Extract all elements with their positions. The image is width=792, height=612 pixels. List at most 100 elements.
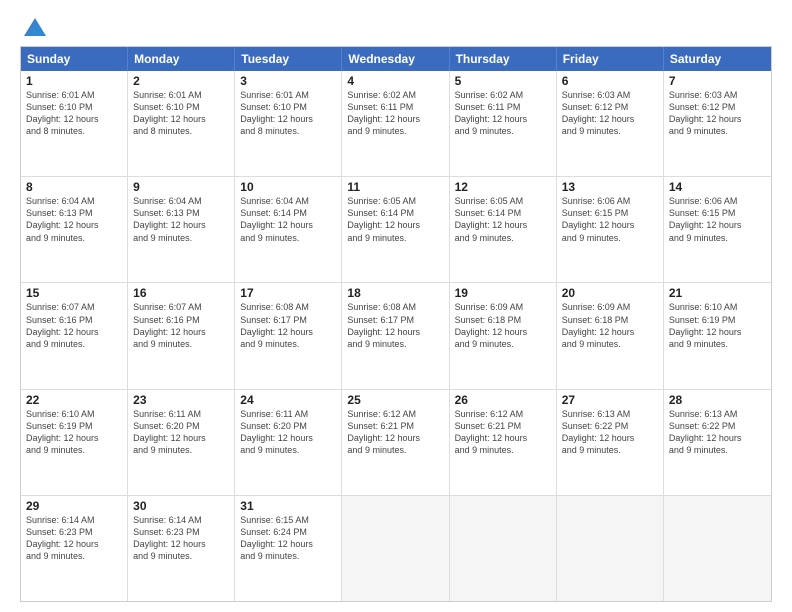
cell-info-line: and 9 minutes. xyxy=(26,338,122,350)
calendar-cell xyxy=(664,496,771,601)
calendar-cell: 11Sunrise: 6:05 AMSunset: 6:14 PMDayligh… xyxy=(342,177,449,282)
cell-info-line: Daylight: 12 hours xyxy=(26,538,122,550)
cell-info-line: and 9 minutes. xyxy=(240,338,336,350)
day-number: 23 xyxy=(133,393,229,407)
calendar-cell: 14Sunrise: 6:06 AMSunset: 6:15 PMDayligh… xyxy=(664,177,771,282)
calendar-cell: 12Sunrise: 6:05 AMSunset: 6:14 PMDayligh… xyxy=(450,177,557,282)
calendar-cell: 7Sunrise: 6:03 AMSunset: 6:12 PMDaylight… xyxy=(664,71,771,176)
cell-info-line: Sunrise: 6:03 AM xyxy=(669,89,766,101)
day-number: 6 xyxy=(562,74,658,88)
cell-info-line: and 9 minutes. xyxy=(669,338,766,350)
calendar-cell: 26Sunrise: 6:12 AMSunset: 6:21 PMDayligh… xyxy=(450,390,557,495)
cell-info-line: Sunset: 6:10 PM xyxy=(26,101,122,113)
cell-info-line: Daylight: 12 hours xyxy=(562,326,658,338)
cell-info-line: Daylight: 12 hours xyxy=(240,219,336,231)
cell-info-line: Daylight: 12 hours xyxy=(133,432,229,444)
cell-info-line: and 9 minutes. xyxy=(562,338,658,350)
cell-info-line: Sunset: 6:12 PM xyxy=(562,101,658,113)
logo-icon xyxy=(24,18,46,36)
page: SundayMondayTuesdayWednesdayThursdayFrid… xyxy=(0,0,792,612)
cell-info-line: Daylight: 12 hours xyxy=(240,538,336,550)
calendar-cell xyxy=(557,496,664,601)
cell-info-line: Sunset: 6:24 PM xyxy=(240,526,336,538)
cell-info-line: Sunset: 6:16 PM xyxy=(26,314,122,326)
cell-info-line: Daylight: 12 hours xyxy=(455,432,551,444)
day-number: 2 xyxy=(133,74,229,88)
cell-info-line: and 9 minutes. xyxy=(26,550,122,562)
cell-info-line: Sunrise: 6:05 AM xyxy=(455,195,551,207)
cell-info-line: Sunset: 6:20 PM xyxy=(133,420,229,432)
cell-info-line: Sunset: 6:22 PM xyxy=(669,420,766,432)
header xyxy=(20,18,772,36)
cell-info-line: Daylight: 12 hours xyxy=(26,219,122,231)
day-number: 8 xyxy=(26,180,122,194)
day-number: 22 xyxy=(26,393,122,407)
cell-info-line: Sunrise: 6:10 AM xyxy=(669,301,766,313)
cell-info-line: Sunset: 6:20 PM xyxy=(240,420,336,432)
cell-info-line: Daylight: 12 hours xyxy=(133,326,229,338)
cell-info-line: Sunset: 6:17 PM xyxy=(240,314,336,326)
cell-info-line: Sunset: 6:13 PM xyxy=(26,207,122,219)
day-number: 12 xyxy=(455,180,551,194)
header-day-friday: Friday xyxy=(557,47,664,71)
day-number: 10 xyxy=(240,180,336,194)
calendar-header: SundayMondayTuesdayWednesdayThursdayFrid… xyxy=(21,47,771,71)
day-number: 11 xyxy=(347,180,443,194)
cell-info-line: Daylight: 12 hours xyxy=(455,326,551,338)
cell-info-line: Sunset: 6:21 PM xyxy=(347,420,443,432)
calendar-cell: 15Sunrise: 6:07 AMSunset: 6:16 PMDayligh… xyxy=(21,283,128,388)
cell-info-line: Sunrise: 6:13 AM xyxy=(562,408,658,420)
day-number: 1 xyxy=(26,74,122,88)
day-number: 25 xyxy=(347,393,443,407)
cell-info-line: Sunrise: 6:09 AM xyxy=(562,301,658,313)
cell-info-line: Daylight: 12 hours xyxy=(562,113,658,125)
cell-info-line: Daylight: 12 hours xyxy=(347,326,443,338)
calendar-cell: 5Sunrise: 6:02 AMSunset: 6:11 PMDaylight… xyxy=(450,71,557,176)
cell-info-line: Sunrise: 6:10 AM xyxy=(26,408,122,420)
cell-info-line: Sunset: 6:13 PM xyxy=(133,207,229,219)
cell-info-line: Daylight: 12 hours xyxy=(562,432,658,444)
cell-info-line: Sunset: 6:19 PM xyxy=(26,420,122,432)
header-day-saturday: Saturday xyxy=(664,47,771,71)
calendar-cell: 20Sunrise: 6:09 AMSunset: 6:18 PMDayligh… xyxy=(557,283,664,388)
cell-info-line: and 9 minutes. xyxy=(240,550,336,562)
calendar-body: 1Sunrise: 6:01 AMSunset: 6:10 PMDaylight… xyxy=(21,71,771,601)
header-day-tuesday: Tuesday xyxy=(235,47,342,71)
calendar-cell: 21Sunrise: 6:10 AMSunset: 6:19 PMDayligh… xyxy=(664,283,771,388)
day-number: 3 xyxy=(240,74,336,88)
cell-info-line: Sunrise: 6:02 AM xyxy=(455,89,551,101)
cell-info-line: and 9 minutes. xyxy=(133,444,229,456)
calendar-cell xyxy=(342,496,449,601)
cell-info-line: Sunrise: 6:07 AM xyxy=(26,301,122,313)
calendar-cell: 3Sunrise: 6:01 AMSunset: 6:10 PMDaylight… xyxy=(235,71,342,176)
cell-info-line: Sunrise: 6:04 AM xyxy=(133,195,229,207)
cell-info-line: Sunrise: 6:13 AM xyxy=(669,408,766,420)
calendar-cell: 17Sunrise: 6:08 AMSunset: 6:17 PMDayligh… xyxy=(235,283,342,388)
cell-info-line: and 9 minutes. xyxy=(455,232,551,244)
cell-info-line: Daylight: 12 hours xyxy=(669,113,766,125)
cell-info-line: Sunrise: 6:06 AM xyxy=(669,195,766,207)
cell-info-line: Daylight: 12 hours xyxy=(669,219,766,231)
cell-info-line: Sunset: 6:15 PM xyxy=(562,207,658,219)
cell-info-line: Daylight: 12 hours xyxy=(347,113,443,125)
cell-info-line: Sunrise: 6:07 AM xyxy=(133,301,229,313)
cell-info-line: Sunset: 6:15 PM xyxy=(669,207,766,219)
day-number: 5 xyxy=(455,74,551,88)
cell-info-line: Sunset: 6:18 PM xyxy=(455,314,551,326)
cell-info-line: Sunrise: 6:04 AM xyxy=(240,195,336,207)
calendar-cell: 6Sunrise: 6:03 AMSunset: 6:12 PMDaylight… xyxy=(557,71,664,176)
calendar-cell xyxy=(450,496,557,601)
cell-info-line: Sunset: 6:22 PM xyxy=(562,420,658,432)
cell-info-line: Daylight: 12 hours xyxy=(133,219,229,231)
calendar-cell: 1Sunrise: 6:01 AMSunset: 6:10 PMDaylight… xyxy=(21,71,128,176)
cell-info-line: Daylight: 12 hours xyxy=(669,326,766,338)
cell-info-line: and 9 minutes. xyxy=(669,232,766,244)
calendar-cell: 24Sunrise: 6:11 AMSunset: 6:20 PMDayligh… xyxy=(235,390,342,495)
cell-info-line: and 8 minutes. xyxy=(133,125,229,137)
logo xyxy=(20,18,48,36)
day-number: 29 xyxy=(26,499,122,513)
cell-info-line: Daylight: 12 hours xyxy=(133,538,229,550)
cell-info-line: Daylight: 12 hours xyxy=(455,219,551,231)
cell-info-line: and 9 minutes. xyxy=(347,444,443,456)
day-number: 31 xyxy=(240,499,336,513)
